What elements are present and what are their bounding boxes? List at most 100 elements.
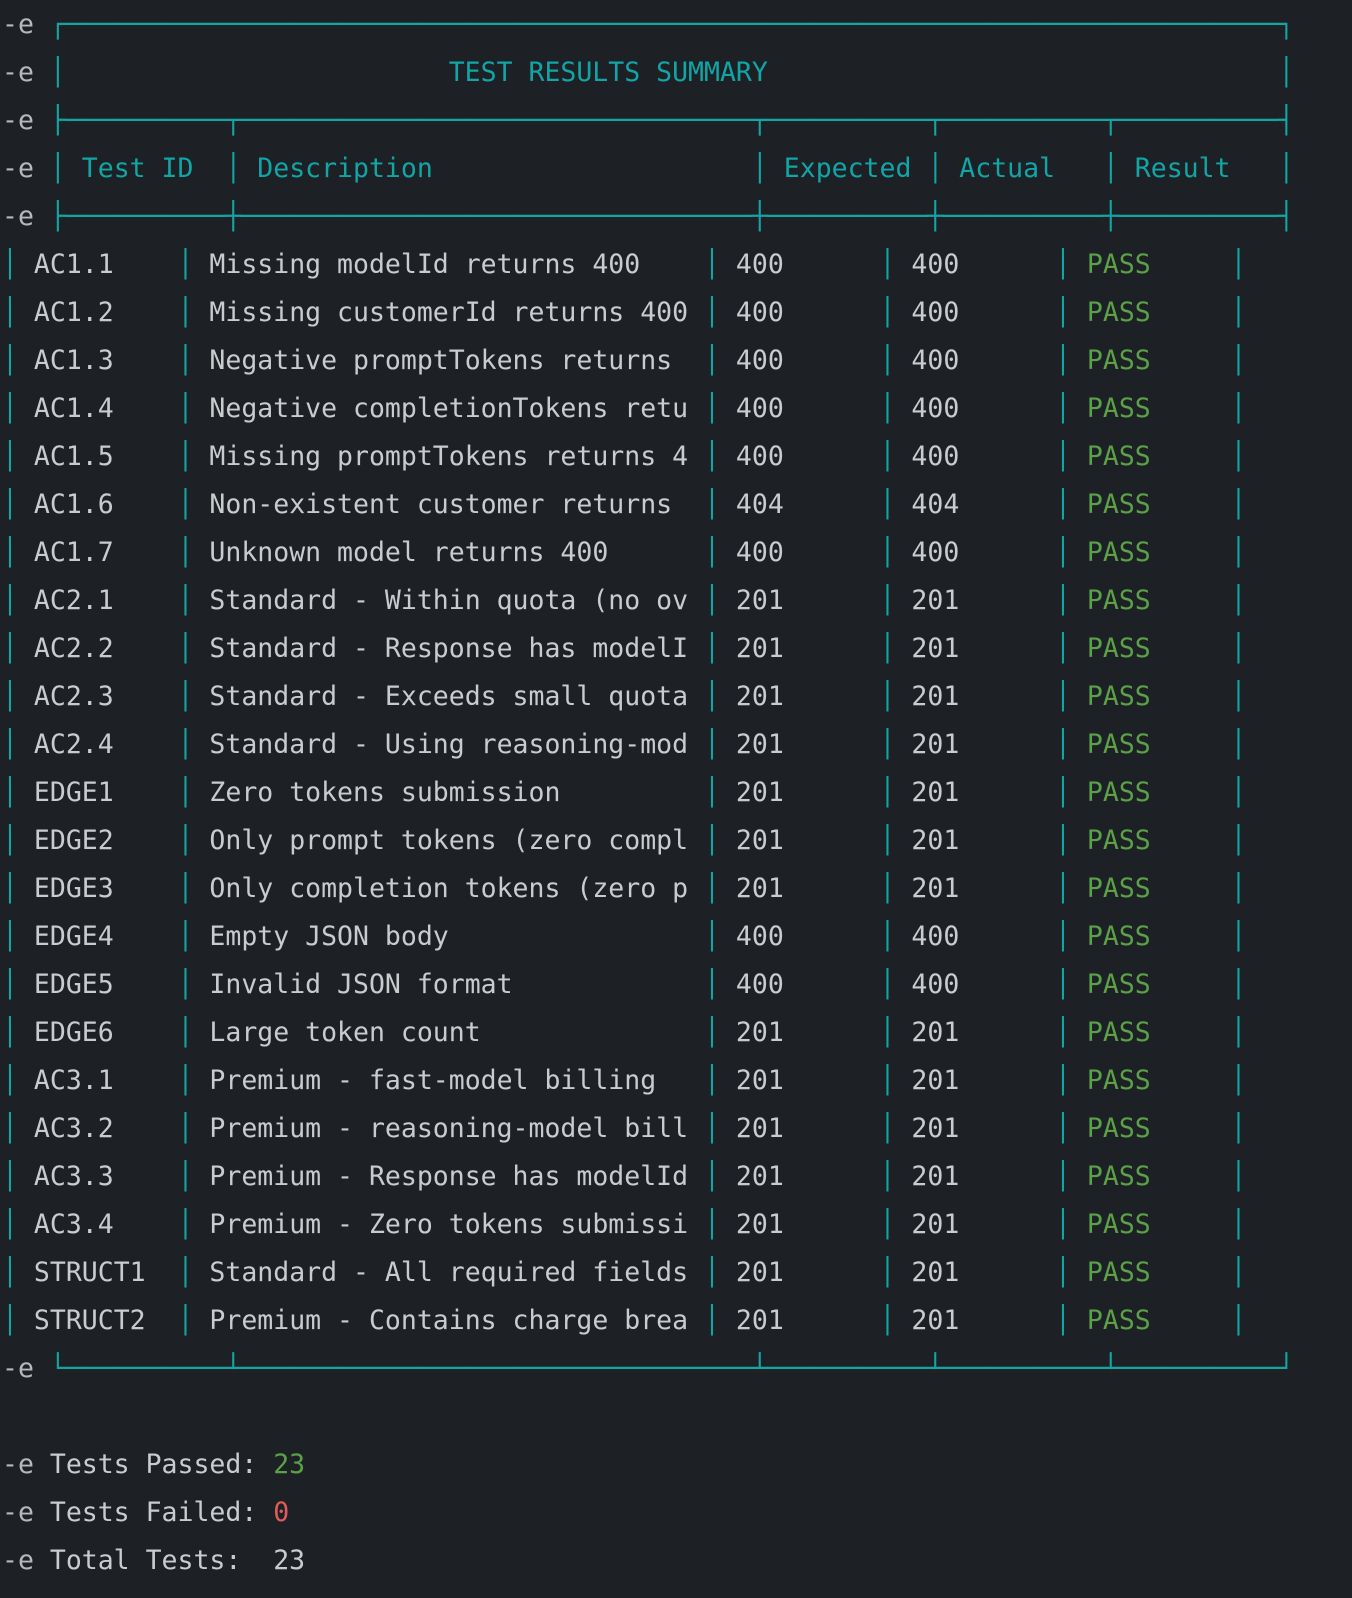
actual-cell: 400 <box>895 241 1055 289</box>
actual-cell: 400 <box>895 385 1055 433</box>
separator-line: ├──────────┼────────────────────────────… <box>50 201 1294 232</box>
column-header-test-id: Test ID <box>66 145 226 193</box>
result-cell: PASS <box>1071 1153 1231 1201</box>
vertical-border-pipe: │ <box>704 729 720 760</box>
vertical-border-pipe: │ <box>704 297 720 328</box>
top-border-line: ┌───────────────────────────────────────… <box>50 9 1294 40</box>
summary-label: Tests Passed: <box>50 1441 273 1489</box>
table-row: │AC2.2│Standard - Response has modelI│20… <box>2 625 1352 673</box>
test-id-cell: EDGE2 <box>18 817 178 865</box>
vertical-border-pipe: │ <box>2 873 18 904</box>
summary-value: 23 <box>273 1449 305 1480</box>
vertical-border-pipe: │ <box>704 777 720 808</box>
actual-cell: 201 <box>895 1009 1055 1057</box>
blank-line <box>2 1393 1352 1441</box>
description-cell: Only completion tokens (zero p <box>193 865 704 913</box>
result-cell: PASS <box>1071 721 1231 769</box>
result-cell: PASS <box>1071 1105 1231 1153</box>
vertical-border-pipe: │ <box>178 1065 194 1096</box>
vertical-border-pipe: │ <box>2 969 18 1000</box>
vertical-border-pipe: │ <box>1055 1113 1071 1144</box>
vertical-border-pipe: │ <box>1055 729 1071 760</box>
result-cell: PASS <box>1071 1249 1231 1297</box>
vertical-border-pipe: │ <box>704 1209 720 1240</box>
description-cell: Standard - Within quota (no ov <box>193 577 704 625</box>
test-id-cell: STRUCT2 <box>18 1297 178 1345</box>
table-row: │AC1.7│Unknown model returns 400│400│400… <box>2 529 1352 577</box>
test-id-cell: EDGE3 <box>18 865 178 913</box>
vertical-border-pipe: │ <box>178 1257 194 1288</box>
vertical-border-pipe: │ <box>2 297 18 328</box>
table-row: │EDGE5│Invalid JSON format│400│400│PASS│ <box>2 961 1352 1009</box>
vertical-border-pipe: │ <box>178 777 194 808</box>
vertical-border-pipe: │ <box>1103 153 1119 184</box>
result-cell: PASS <box>1071 289 1231 337</box>
vertical-border-pipe: │ <box>1055 537 1071 568</box>
actual-cell: 400 <box>895 337 1055 385</box>
vertical-border-pipe: │ <box>704 1113 720 1144</box>
vertical-border-pipe: │ <box>178 1209 194 1240</box>
table-row: │AC1.2│Missing customerId returns 400│40… <box>2 289 1352 337</box>
vertical-border-pipe: │ <box>178 921 194 952</box>
result-cell: PASS <box>1071 337 1231 385</box>
table-row: │EDGE2│Only prompt tokens (zero compl│20… <box>2 817 1352 865</box>
description-cell: Negative completionTokens retu <box>193 385 704 433</box>
table-row: │AC3.2│Premium - reasoning-model bill│20… <box>2 1105 1352 1153</box>
vertical-border-pipe: │ <box>178 681 194 712</box>
summary-value: 23 <box>273 1545 305 1576</box>
echo-flag-artifact: -e <box>2 97 50 145</box>
vertical-border-pipe: │ <box>880 1113 896 1144</box>
description-cell: Empty JSON body <box>193 913 704 961</box>
vertical-border-pipe: │ <box>1231 1017 1247 1048</box>
vertical-border-pipe: │ <box>880 1065 896 1096</box>
vertical-border-pipe: │ <box>1231 777 1247 808</box>
vertical-border-pipe: │ <box>178 729 194 760</box>
vertical-border-pipe: │ <box>2 681 18 712</box>
actual-cell: 201 <box>895 1057 1055 1105</box>
description-cell: Premium - reasoning-model bill <box>193 1105 704 1153</box>
result-cell: PASS <box>1071 625 1231 673</box>
vertical-border-pipe: │ <box>1231 921 1247 952</box>
vertical-border-pipe: │ <box>178 537 194 568</box>
vertical-border-pipe: │ <box>704 1305 720 1336</box>
vertical-border-pipe: │ <box>704 585 720 616</box>
table-row: │AC2.1│Standard - Within quota (no ov│20… <box>2 577 1352 625</box>
test-id-cell: AC2.3 <box>18 673 178 721</box>
vertical-border-pipe: │ <box>1055 393 1071 424</box>
vertical-border-pipe: │ <box>1231 633 1247 664</box>
vertical-border-pipe: │ <box>2 921 18 952</box>
vertical-border-pipe: │ <box>704 681 720 712</box>
vertical-border-pipe: │ <box>178 393 194 424</box>
vertical-border-pipe: │ <box>2 489 18 520</box>
vertical-border-pipe: │ <box>2 1161 18 1192</box>
description-cell: Standard - All required fields <box>193 1249 704 1297</box>
vertical-border-pipe: │ <box>178 441 194 472</box>
actual-cell: 400 <box>895 529 1055 577</box>
table-row: │EDGE6│Large token count│201│201│PASS│ <box>2 1009 1352 1057</box>
actual-cell: 201 <box>895 817 1055 865</box>
table-row: │EDGE1│Zero tokens submission│201│201│PA… <box>2 769 1352 817</box>
actual-cell: 201 <box>895 1105 1055 1153</box>
expected-cell: 400 <box>720 337 880 385</box>
table-header-row: -e│Test ID│Description│Expected│Actual│R… <box>2 145 1352 193</box>
vertical-border-pipe: │ <box>2 441 18 472</box>
vertical-border-pipe: │ <box>178 873 194 904</box>
vertical-border-pipe: │ <box>178 1113 194 1144</box>
result-cell: PASS <box>1071 433 1231 481</box>
result-cell: PASS <box>1071 817 1231 865</box>
description-cell: Unknown model returns 400 <box>193 529 704 577</box>
vertical-border-pipe: │ <box>704 921 720 952</box>
vertical-border-pipe: │ <box>880 585 896 616</box>
vertical-border-pipe: │ <box>1231 345 1247 376</box>
expected-cell: 201 <box>720 673 880 721</box>
vertical-border-pipe: │ <box>2 249 18 280</box>
expected-cell: 400 <box>720 241 880 289</box>
vertical-border-pipe: │ <box>704 633 720 664</box>
result-cell: PASS <box>1071 1201 1231 1249</box>
vertical-border-pipe: │ <box>50 57 66 88</box>
column-header-expected: Expected <box>768 145 928 193</box>
vertical-border-pipe: │ <box>880 489 896 520</box>
result-cell: PASS <box>1071 241 1231 289</box>
vertical-border-pipe: │ <box>704 1017 720 1048</box>
vertical-border-pipe: │ <box>1231 1113 1247 1144</box>
